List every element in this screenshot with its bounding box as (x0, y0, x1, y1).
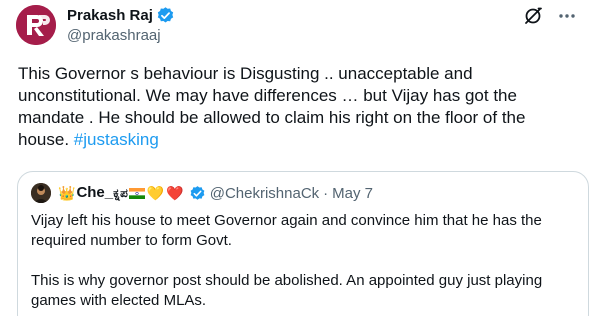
tweet-text: This Governor s behaviour is Disgusting … (18, 63, 578, 151)
quote-text: Vijay left his house to meet Governor ag… (31, 211, 579, 311)
quote-paragraph-2: This is why governor post should be abol… (31, 272, 543, 309)
pr-monogram-logo (16, 5, 56, 45)
quote-author-avatar[interactable] (31, 183, 51, 203)
verified-badge-icon (156, 6, 175, 25)
more-icon[interactable] (557, 6, 577, 26)
red-heart-emoji: ❤️ (166, 185, 184, 201)
kannada-name-text: ಕ್ನಪ (113, 186, 128, 200)
india-flag-icon (128, 187, 145, 199)
author-name-row: Prakash Raj (67, 6, 175, 25)
author-display-name[interactable]: Prakash Raj (67, 7, 153, 25)
quote-handle[interactable]: @ChekrishnaCk (210, 185, 319, 202)
author-avatar[interactable] (16, 5, 56, 45)
quote-date[interactable]: May 7 (332, 185, 373, 202)
tweet-actions (523, 6, 577, 26)
separator-dot: · (323, 184, 329, 202)
crown-emoji: 👑 (58, 185, 76, 201)
quote-verified-badge-icon (189, 185, 206, 202)
yellow-heart-emoji: 💛 (146, 185, 165, 201)
hashtag-link[interactable]: #justasking (74, 130, 159, 149)
author-handle[interactable]: @prakashraaj (67, 27, 161, 45)
quoted-tweet-card[interactable]: 👑 Che_ ಕ್ನಪ 💛 ❤️ @ChekrishnaCk · May 7 V… (17, 171, 589, 316)
quote-header: 👑 Che_ ಕ್ನಪ 💛 ❤️ @ChekrishnaCk · May 7 (31, 183, 373, 203)
quote-display-name[interactable]: 👑 Che_ ಕ್ನಪ 💛 ❤️ (57, 184, 185, 202)
quote-name-text: Che_ (76, 184, 114, 201)
quote-paragraph-1: Vijay left his house to meet Governor ag… (31, 212, 542, 249)
grok-icon[interactable] (523, 6, 543, 26)
